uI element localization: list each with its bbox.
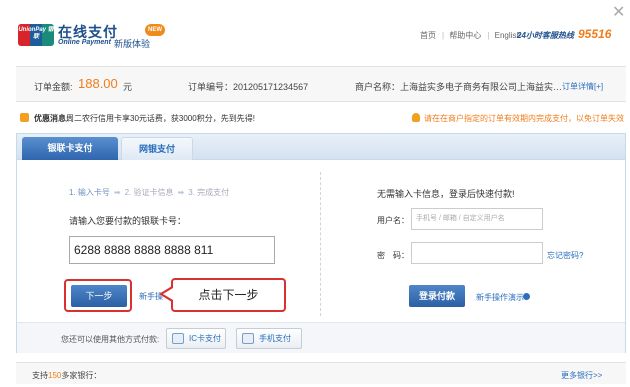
more-banks-link[interactable]: 更多银行>> bbox=[561, 370, 602, 381]
arrow-circle-icon[interactable] bbox=[523, 293, 530, 300]
other-methods-label: 您还可以使用其他方式付款: bbox=[61, 335, 160, 344]
username-input[interactable]: 手机号 / 邮箱 / 自定义用户名 bbox=[411, 208, 543, 230]
other-methods-bar: 您还可以使用其他方式付款: IC卡支付 手机支付 bbox=[17, 322, 625, 353]
step-arrow-icon: ➡ bbox=[177, 188, 185, 197]
tabs-bar: 银联卡支付 网银支付 bbox=[17, 134, 625, 160]
card-number-input[interactable]: 6288 8888 8888 8888 811 bbox=[69, 236, 275, 264]
notice-label: 优惠消息: bbox=[34, 114, 69, 123]
step-indicator: 1. 输入卡号 ➡ 2. 验证卡信息 ➡ 3. 完成支付 bbox=[69, 187, 229, 198]
header: UnionPay 银联 在线支付 Online Payment NEW 新版体验… bbox=[0, 0, 630, 60]
help-link[interactable]: 帮助中心 bbox=[449, 31, 481, 40]
username-label: 用户名： bbox=[377, 216, 409, 225]
column-divider bbox=[320, 172, 321, 316]
order-currency: 元 bbox=[123, 82, 133, 92]
order-summary: 订单金额: 188.00 元 订单编号：201205171234567 商户名称… bbox=[16, 66, 626, 102]
ic-card-pay-button[interactable]: IC卡支付 bbox=[166, 328, 226, 349]
ic-card-pay-label: IC卡支付 bbox=[189, 334, 221, 343]
tab-unionpay-card[interactable]: 银联卡支付 bbox=[22, 137, 118, 160]
card-number-prompt: 请输入您要付款的银联卡号： bbox=[69, 216, 187, 226]
notice-tip: 请在在商户指定的订单有效期内完成支付，以免订单失效 bbox=[424, 114, 624, 123]
order-id: 订单编号：201205171234567 bbox=[188, 82, 309, 92]
promo-notice: 优惠消息: 周二农行信用卡享30元话费，获3000积分，先到先得! 请在在商户指… bbox=[16, 110, 626, 126]
hotline-label: 24小时客服热线 bbox=[517, 31, 574, 40]
next-button[interactable]: 下一步 bbox=[71, 285, 127, 307]
top-links: 首页 | 帮助中心 | English | bbox=[420, 31, 529, 40]
phone-pay-button[interactable]: 手机支付 bbox=[236, 328, 302, 349]
merchant-name: 商户名称：上海益实多电子商务有限公司上海益实… bbox=[355, 82, 563, 92]
order-amount: 188.00 bbox=[78, 76, 118, 91]
forgot-password-link[interactable]: 忘记密码? bbox=[547, 250, 583, 261]
payment-panel: 银联卡支付 网银支付 1. 输入卡号 ➡ 2. 验证卡信息 ➡ 3. 完成支付 请输入您… bbox=[16, 133, 626, 353]
login-pay-button[interactable]: 登录付款 bbox=[409, 285, 465, 307]
bank-count: 150 bbox=[48, 371, 62, 380]
banks-prefix: 支持 bbox=[32, 371, 48, 380]
close-icon[interactable]: ✕ bbox=[612, 2, 625, 22]
speaker-icon bbox=[20, 113, 29, 122]
phone-pay-label: 手机支付 bbox=[259, 334, 291, 343]
quick-pay-title: 无需输入卡信息，登录后快速付款! bbox=[377, 189, 515, 199]
brand-subtitle: Online Payment bbox=[58, 39, 111, 46]
ic-card-icon bbox=[172, 333, 184, 344]
banks-suffix: 多家银行： bbox=[61, 371, 102, 380]
step-2: 2. 验证卡信息 bbox=[124, 188, 174, 197]
step-arrow-icon: ➡ bbox=[113, 188, 121, 197]
password-label: 密 码： bbox=[377, 251, 409, 260]
step-1: 1. 输入卡号 bbox=[69, 188, 110, 197]
notice-text: 周二农行信用卡享30元话费，获3000积分，先到先得! bbox=[66, 114, 255, 123]
edition-label: 新版体验 bbox=[114, 39, 151, 49]
logo-text: UnionPay 银联 bbox=[18, 27, 54, 40]
instruction-callout: 点击下一步 bbox=[171, 278, 286, 312]
tab-online-banking[interactable]: 网银支付 bbox=[121, 137, 193, 160]
supported-banks-text: 支持150多家银行： bbox=[32, 370, 101, 381]
callout-arrow-inner bbox=[163, 288, 173, 300]
home-link[interactable]: 首页 bbox=[420, 31, 436, 40]
phone-icon bbox=[242, 333, 254, 344]
order-detail-link[interactable]: 订单详情[+] bbox=[562, 81, 603, 92]
order-amount-label: 订单金额: bbox=[34, 82, 73, 92]
step-3: 3. 完成支付 bbox=[188, 188, 230, 197]
new-badge: NEW bbox=[145, 24, 165, 36]
hotline-number: 95516 bbox=[578, 27, 612, 41]
lightbulb-icon bbox=[412, 113, 420, 122]
password-input[interactable] bbox=[411, 242, 543, 264]
demo-link[interactable]: 新手操作演示 bbox=[476, 292, 524, 303]
supported-banks-bar: 支持150多家银行： 更多银行>> bbox=[16, 362, 626, 384]
